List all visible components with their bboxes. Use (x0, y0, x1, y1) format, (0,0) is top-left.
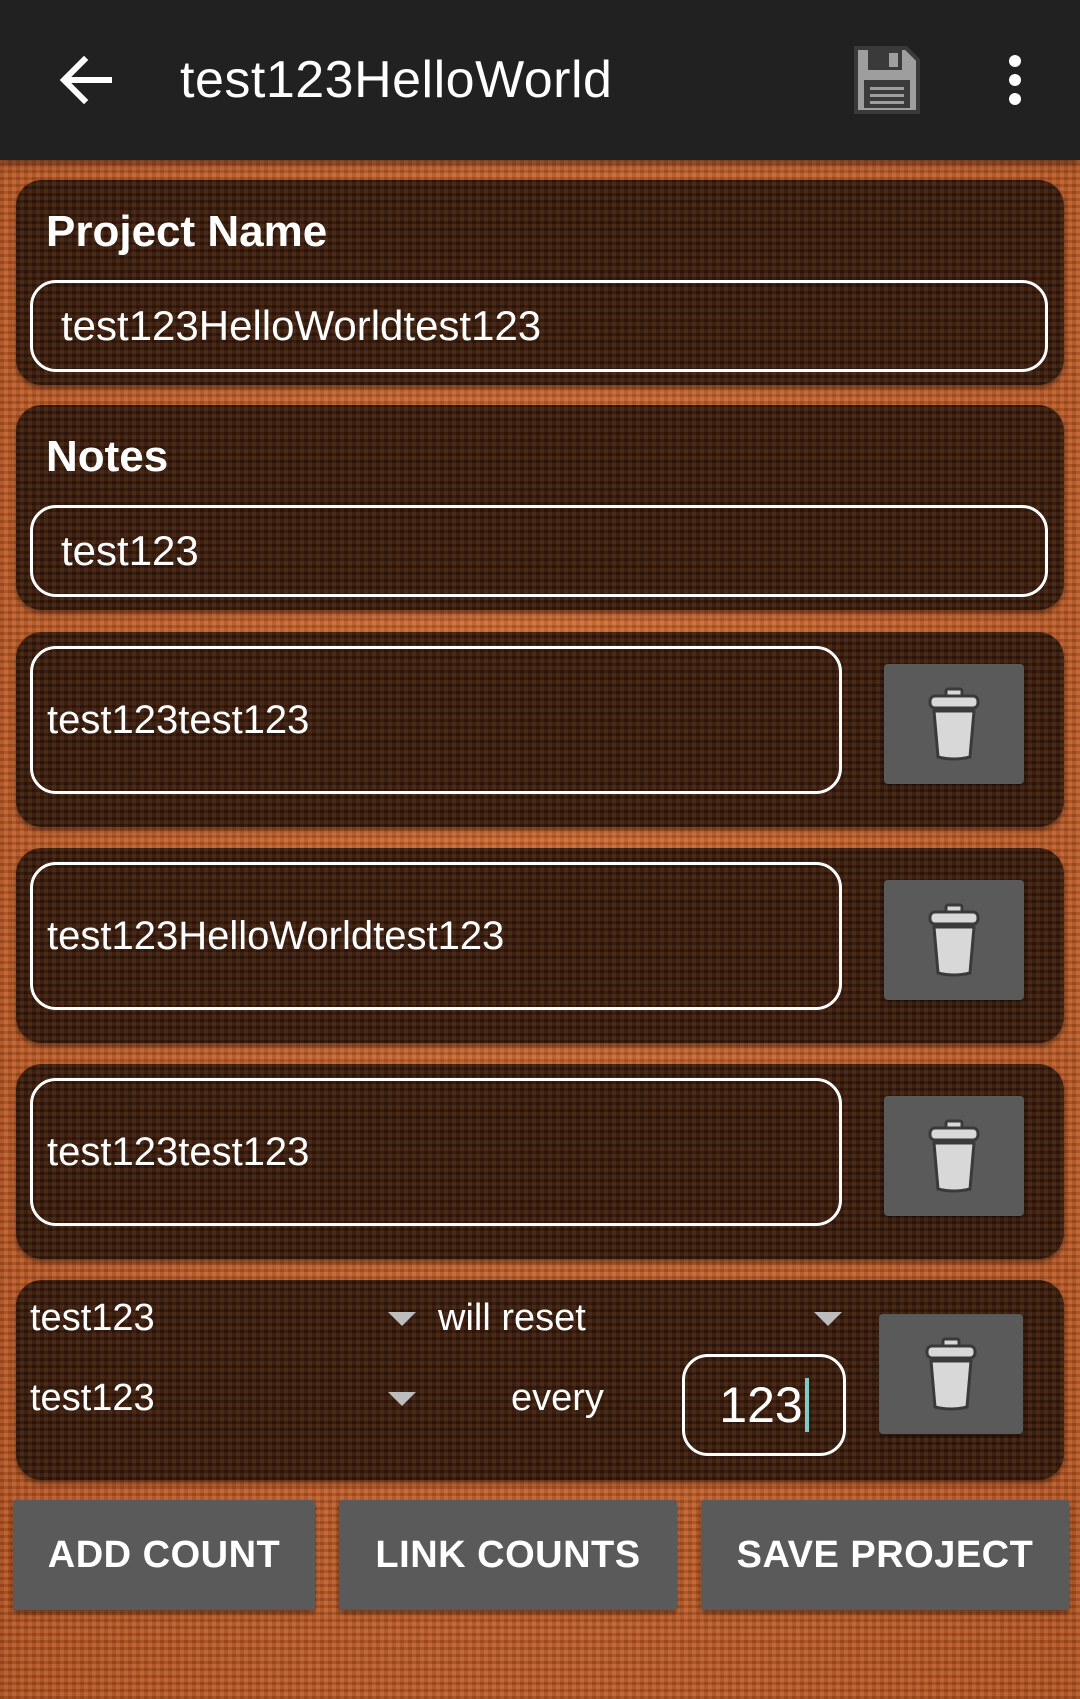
text-cursor (804, 1378, 809, 1432)
arrow-left-icon (59, 56, 112, 104)
back-button[interactable] (50, 40, 120, 120)
link-card: test123 will reset test123 every 123 (16, 1280, 1064, 1480)
count-card: test123test123 (16, 632, 1064, 827)
project-name-field[interactable]: test123HelloWorldtest123 (30, 280, 1048, 372)
count-name-value: test123test123 (47, 1129, 310, 1174)
app-bar: test123HelloWorld (0, 0, 1080, 160)
dropdown-arrow-icon (388, 1312, 416, 1326)
first-count-dropdown[interactable]: test123 (30, 1288, 416, 1348)
notes-label: Notes (46, 432, 169, 481)
delete-count-button[interactable] (884, 1096, 1024, 1216)
delete-count-button[interactable] (884, 880, 1024, 1000)
reset-option-value: will reset (438, 1296, 586, 1339)
count-name-field[interactable]: test123HelloWorldtest123 (30, 862, 842, 1010)
delete-link-button[interactable] (879, 1314, 1023, 1434)
notes-field[interactable]: test123 (30, 505, 1048, 597)
floppy-disk-icon (854, 46, 920, 114)
second-count-value: test123 (30, 1376, 155, 1419)
second-count-dropdown[interactable]: test123 (30, 1368, 416, 1428)
first-count-value: test123 (30, 1296, 155, 1339)
project-name-value: test123HelloWorldtest123 (61, 302, 542, 349)
count-name-value: test123test123 (47, 697, 310, 742)
notes-value: test123 (61, 527, 199, 574)
count-name-field[interactable]: test123test123 (30, 646, 842, 794)
save-project-button[interactable]: SAVE PROJECT (701, 1500, 1069, 1610)
reset-option-dropdown[interactable]: will reset (438, 1288, 842, 1348)
project-name-card: Project Name test123HelloWorldtest123 (16, 180, 1064, 385)
trash-icon (928, 1119, 980, 1193)
more-vertical-icon (1009, 55, 1021, 105)
delete-count-button[interactable] (884, 664, 1024, 784)
link-counts-button[interactable]: LINK COUNTS (339, 1500, 677, 1610)
interval-input[interactable]: 123 (682, 1354, 846, 1456)
every-label: every (511, 1377, 604, 1419)
dropdown-arrow-icon (388, 1392, 416, 1406)
project-name-label: Project Name (46, 207, 328, 256)
trash-icon (928, 903, 980, 977)
add-count-button[interactable]: ADD COUNT (13, 1500, 315, 1610)
save-button[interactable] (850, 42, 924, 118)
trash-icon (925, 1337, 977, 1411)
count-card: test123HelloWorldtest123 (16, 848, 1064, 1043)
page-title: test123HelloWorld (180, 51, 613, 109)
interval-value: 123 (719, 1377, 803, 1433)
notes-card: Notes test123 (16, 405, 1064, 610)
dropdown-arrow-icon (814, 1312, 842, 1326)
count-name-value: test123HelloWorldtest123 (47, 913, 505, 958)
trash-icon (928, 687, 980, 761)
count-card: test123test123 (16, 1064, 1064, 1259)
more-options-button[interactable] (990, 40, 1040, 120)
count-name-field[interactable]: test123test123 (30, 1078, 842, 1226)
